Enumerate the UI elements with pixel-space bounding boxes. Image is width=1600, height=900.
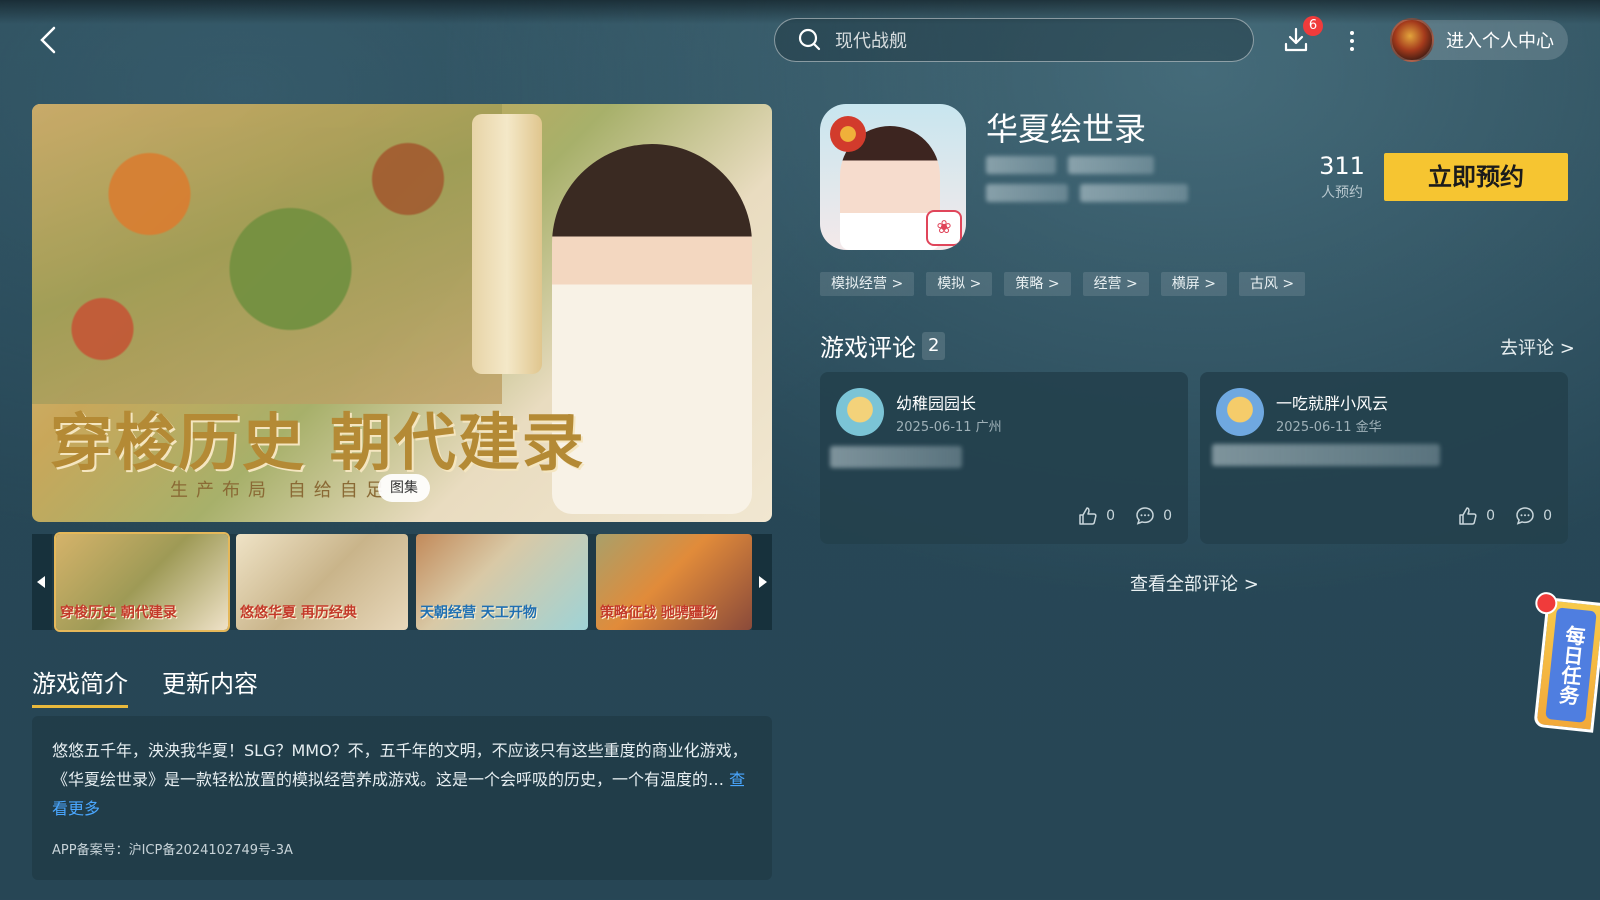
blurred-text [986, 184, 1068, 202]
tag-item[interactable]: 经营 > [1082, 272, 1149, 296]
tab-intro[interactable]: 游戏简介 [32, 664, 128, 708]
description-panel: 悠悠五千年，泱泱我华夏！SLG？MMO？不，五千年的文明，不应该只有这些重度的商… [32, 716, 772, 880]
like-button[interactable]: 0 [1078, 506, 1115, 526]
tag-list: 模拟经营 > 模拟 > 策略 > 经营 > 横屏 > 古风 > [820, 272, 1306, 296]
avatar [836, 388, 884, 436]
thumbnail-caption: 策略征战 驰骋疆场 [600, 605, 717, 621]
tiger-logo-icon: ❀ [926, 210, 962, 246]
comment-count: 0 [1163, 508, 1172, 524]
daily-task-button[interactable]: 每日任务 [1533, 591, 1600, 733]
thumb-prev-button[interactable] [32, 534, 52, 630]
comment-icon [1136, 507, 1154, 525]
reviews-count: 2 [922, 331, 946, 360]
description-text: 悠悠五千年，泱泱我华夏！SLG？MMO？不，五千年的文明，不应该只有这些重度的商… [52, 741, 748, 789]
icp-record: APP备案号：沪ICP备2024102749号-3A [52, 843, 293, 858]
write-review-link[interactable]: 去评论 > [1500, 334, 1575, 360]
reserve-button[interactable]: 立即预约 [1384, 153, 1568, 201]
search-input[interactable]: 现代战舰 [774, 18, 1254, 62]
hero-banner[interactable]: 穿梭历史 朝代建录 生产布局 自给自足 图集 [32, 104, 772, 522]
comment-count: 0 [1543, 508, 1552, 524]
chevron-left-icon [40, 26, 56, 54]
search-icon [798, 28, 821, 51]
back-button[interactable] [34, 24, 64, 56]
thumbnail-3[interactable]: 天朝经营 天工开物 [416, 534, 588, 630]
review-actions: 0 0 [1078, 506, 1172, 526]
banner-subslogan: 生产布局 自给自足 [170, 480, 392, 501]
review-actions: 0 0 [1458, 506, 1552, 526]
reservation-number: 311 [1319, 152, 1365, 180]
like-button[interactable]: 0 [1458, 506, 1495, 526]
more-menu-button[interactable] [1340, 24, 1364, 58]
avatar [1390, 18, 1434, 62]
thumbnail-caption: 悠悠华夏 再历经典 [240, 605, 357, 621]
reviewer-name: 一吃就胖小风云 [1276, 394, 1389, 413]
download-badge: 6 [1303, 16, 1323, 36]
search-placeholder: 现代战舰 [835, 31, 907, 52]
top-bar: 现代战舰 6 进入个人中心 [0, 0, 1600, 80]
banner-artwork [32, 104, 502, 404]
avatar [1216, 388, 1264, 436]
banner-slogan: 穿梭历史 朝代建录 [50, 406, 586, 479]
tab-updates[interactable]: 更新内容 [162, 664, 258, 708]
comment-button[interactable]: 0 [1135, 506, 1172, 526]
review-card[interactable]: 幼稚园园长 2025-06-11 广州 0 0 [820, 372, 1188, 544]
tag-item[interactable]: 横屏 > [1160, 272, 1227, 296]
thumb-next-button[interactable] [752, 534, 772, 630]
profile-center-button[interactable]: 进入个人中心 [1390, 18, 1568, 62]
review-meta: 2025-06-11 金华 [1276, 420, 1382, 435]
blurred-text [986, 156, 1056, 174]
thumbnail-4[interactable]: 策略征战 驰骋疆场 [596, 534, 752, 630]
view-all-reviews-link[interactable]: 查看全部评论 > [1130, 570, 1259, 596]
reservation-count: 311 人预约 [1312, 152, 1372, 202]
comment-button[interactable]: 0 [1515, 506, 1552, 526]
description-body: 悠悠五千年，泱泱我华夏！SLG？MMO？不，五千年的文明，不应该只有这些重度的商… [52, 736, 752, 823]
flower-ornament [830, 116, 866, 152]
reviews-heading: 游戏评论 2 [820, 328, 946, 363]
profile-label: 进入个人中心 [1446, 31, 1554, 52]
daily-task-label: 每日任务 [1545, 607, 1597, 723]
blurred-text [1212, 444, 1440, 466]
reviewer-name: 幼稚园园长 [896, 394, 977, 413]
triangle-left-icon [37, 576, 45, 588]
blurred-text [1068, 156, 1154, 174]
notification-dot [1534, 591, 1559, 616]
thumbnail-2[interactable]: 悠悠华夏 再历经典 [236, 534, 408, 630]
game-icon: ❀ [820, 104, 966, 250]
thumbs-up-icon [1459, 507, 1477, 525]
tag-item[interactable]: 模拟经营 > [820, 272, 915, 296]
game-title: 华夏绘世录 [986, 110, 1147, 148]
banner-scroll-art [472, 114, 542, 374]
tag-item[interactable]: 模拟 > [926, 272, 993, 296]
thumbs-up-icon [1079, 507, 1097, 525]
like-count: 0 [1106, 508, 1116, 524]
triangle-right-icon [759, 576, 767, 588]
tag-item[interactable]: 古风 > [1238, 272, 1306, 296]
thumbnail-strip: 穿梭历史 朝代建录 悠悠华夏 再历经典 天朝经营 天工开物 策略征战 驰骋疆场 [32, 532, 772, 632]
thumbnail-caption: 天朝经营 天工开物 [420, 605, 537, 621]
gallery-button[interactable]: 图集 [378, 474, 430, 502]
tag-item[interactable]: 策略 > [1004, 272, 1071, 296]
reviews-title: 游戏评论 [820, 334, 916, 362]
blurred-text [830, 446, 962, 468]
reservation-label: 人预约 [1321, 185, 1363, 201]
review-card[interactable]: 一吃就胖小风云 2025-06-11 金华 0 0 [1200, 372, 1568, 544]
review-meta: 2025-06-11 广州 [896, 420, 1002, 435]
thumbnail-caption: 穿梭历史 朝代建录 [60, 605, 177, 621]
info-tabs: 游戏简介 更新内容 [32, 664, 258, 708]
like-count: 0 [1486, 508, 1496, 524]
blurred-text [1080, 184, 1188, 202]
comment-icon [1516, 507, 1534, 525]
thumbnail-1[interactable]: 穿梭历史 朝代建录 [54, 532, 230, 632]
